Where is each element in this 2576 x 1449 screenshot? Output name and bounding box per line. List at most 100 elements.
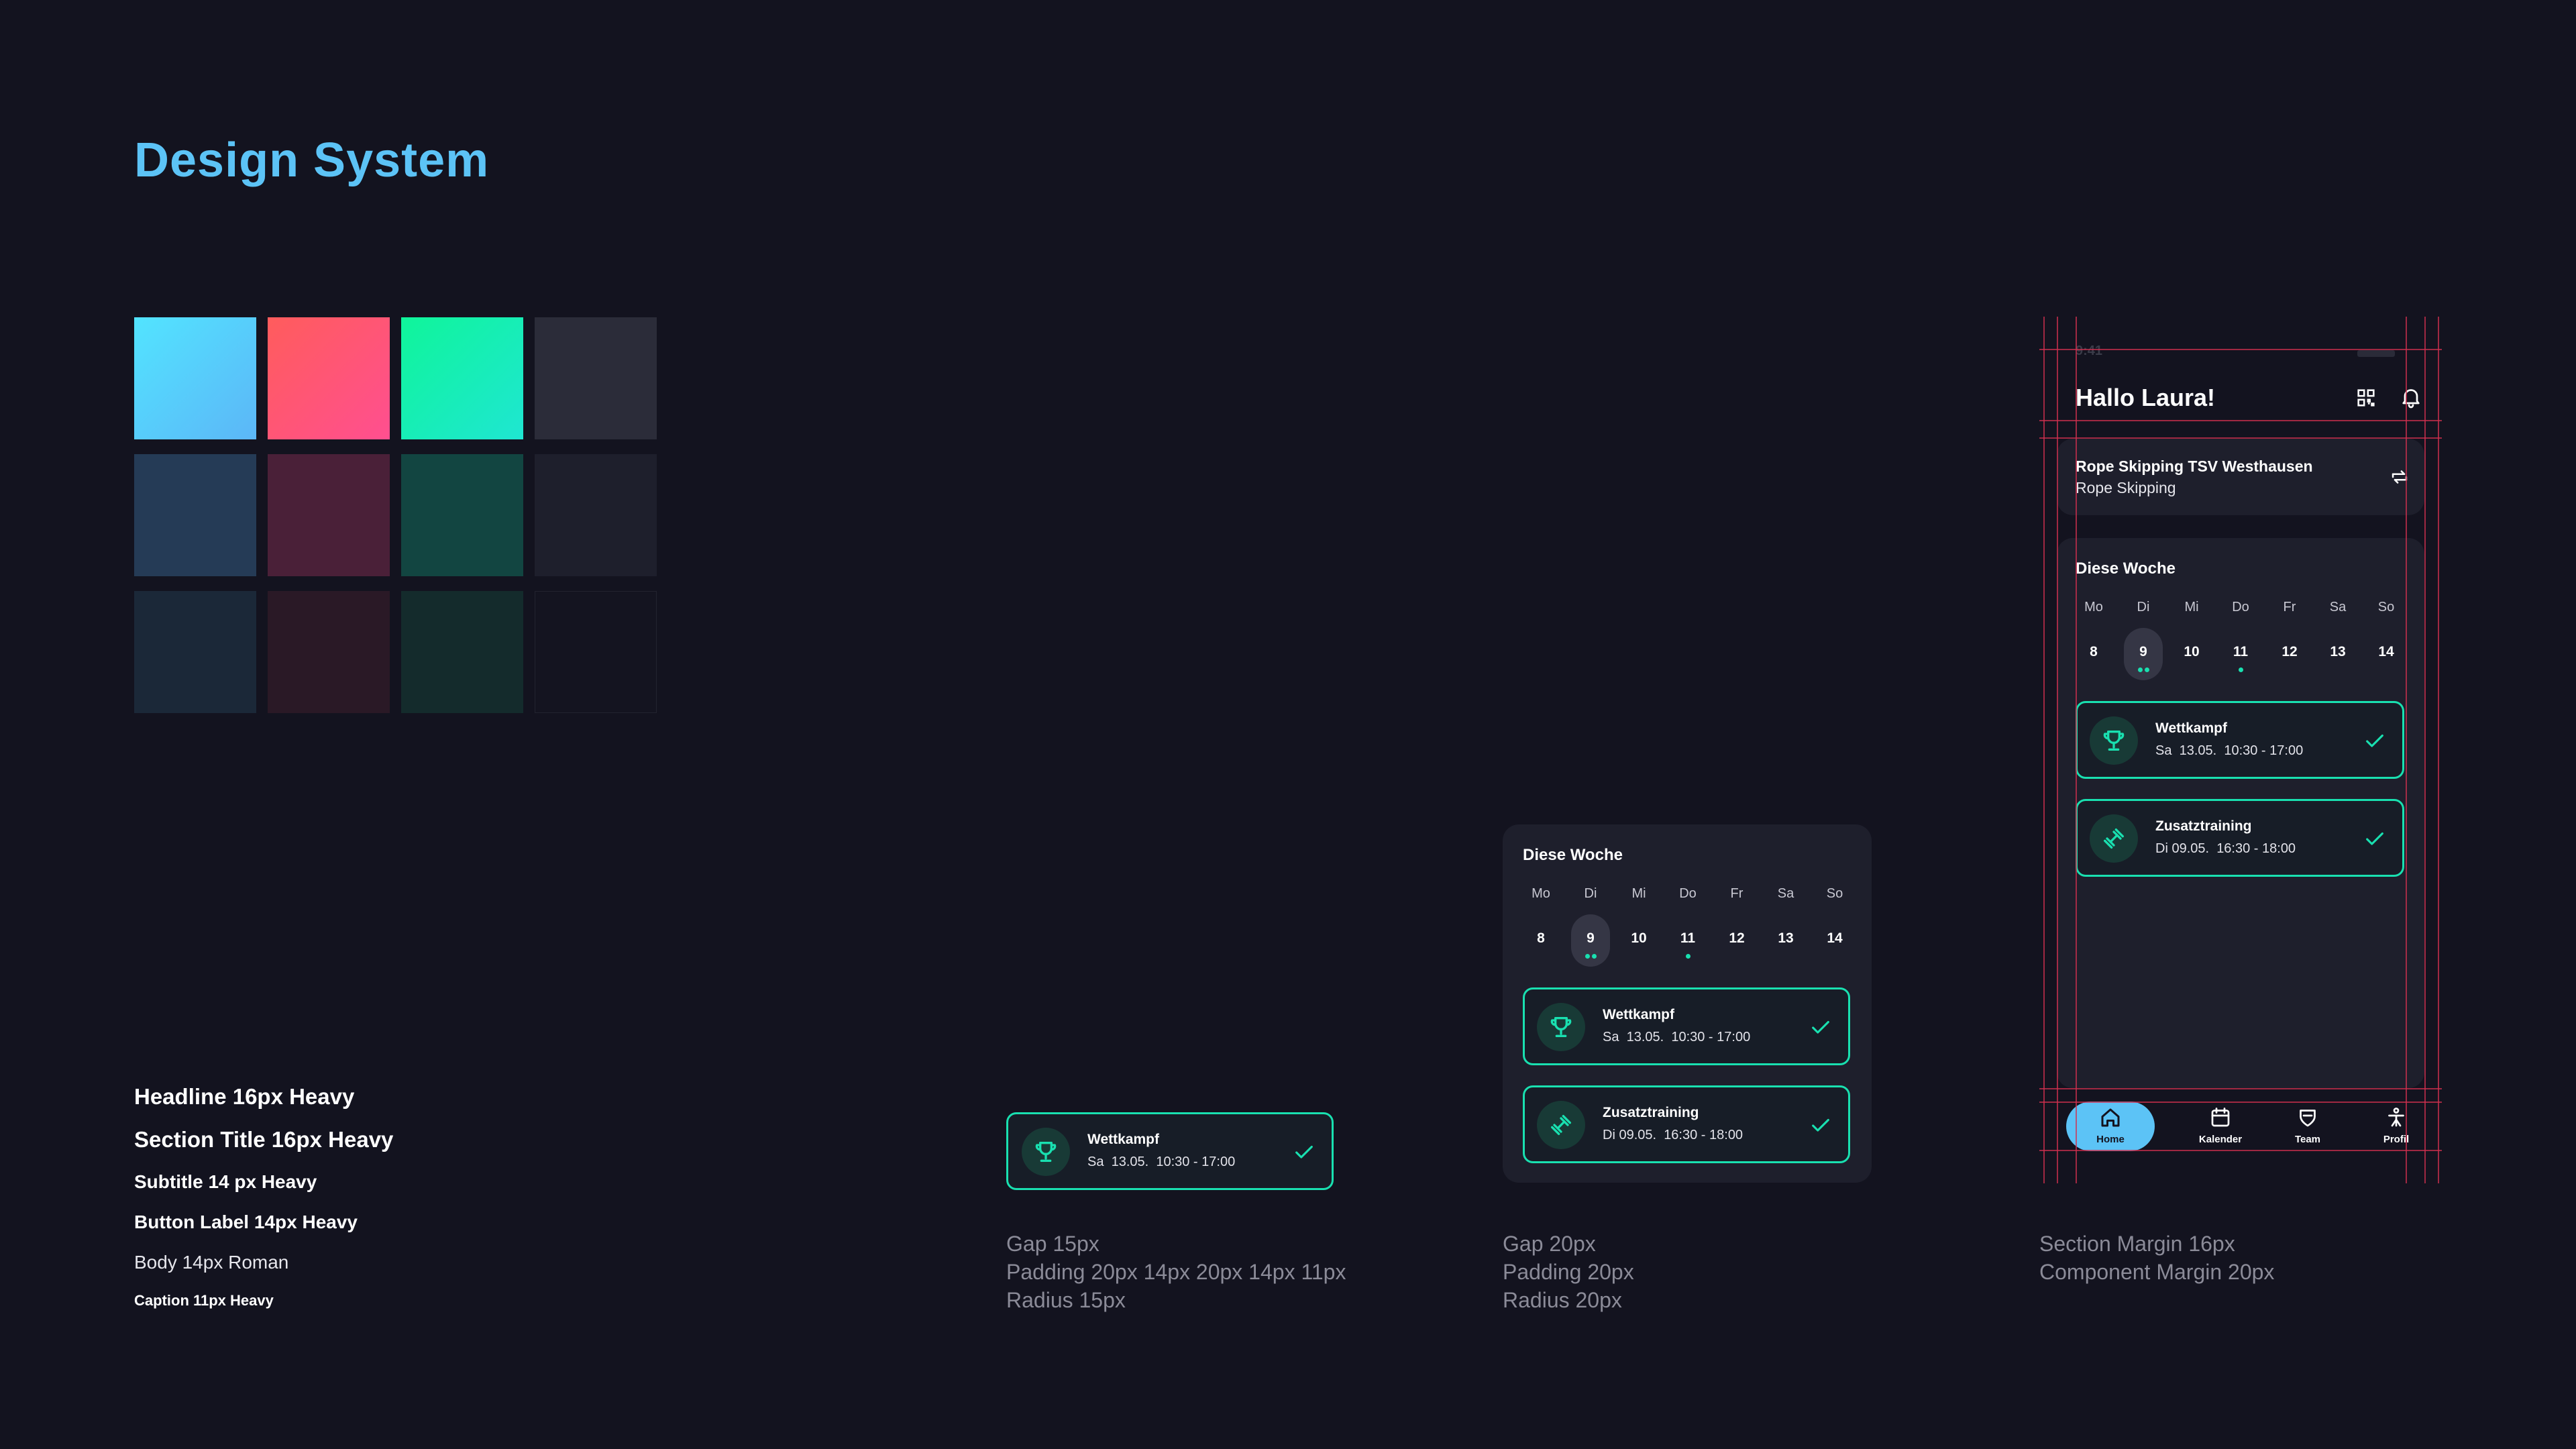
guide-line-horizontal xyxy=(2039,349,2442,350)
nav-label-team: Team xyxy=(2294,1134,2321,1145)
swatch-red-3 xyxy=(268,591,390,713)
day-label-sa: Sa xyxy=(2329,600,2347,614)
event-date: Sa 13.05. 10:30 - 17:00 xyxy=(2155,743,2304,758)
event-card-zusatztraining[interactable]: Zusatztraining Di 09.05. 16:30 - 18:00 xyxy=(1523,1085,1850,1163)
check-icon xyxy=(2366,832,2383,845)
swatch-green-3 xyxy=(401,591,523,713)
day-number-13[interactable]: 13 xyxy=(2324,644,2352,660)
day-number-14[interactable]: 14 xyxy=(1821,930,1849,947)
day-number-8[interactable]: 8 xyxy=(2080,644,2108,660)
check-icon xyxy=(1295,1145,1313,1159)
day-number-10[interactable]: 10 xyxy=(2178,644,2206,660)
club-selector[interactable]: Rope Skipping TSV Westhausen Rope Skippi… xyxy=(2057,439,2424,515)
event-date: Di 09.05. 16:30 - 18:00 xyxy=(1603,1128,1743,1142)
nav-label-home: Home xyxy=(2096,1134,2125,1145)
nav-item-team[interactable]: Team xyxy=(2267,1102,2348,1151)
event-card-wettkampf[interactable]: Wettkampf Sa 13.05. 10:30 - 17:00 xyxy=(2076,701,2404,779)
club-sport: Rope Skipping xyxy=(2076,479,2176,496)
event-card-wettkampf[interactable]: Wettkampf Sa 13.05. 10:30 - 17:00 xyxy=(1523,987,1850,1065)
day-label-do: Do xyxy=(1679,886,1697,901)
guide-line-horizontal xyxy=(2039,420,2442,421)
check-icon xyxy=(2366,734,2383,747)
event-title: Wettkampf xyxy=(2155,720,2227,736)
event-dot xyxy=(1686,954,1690,959)
phone-week-widget: Diese Woche Mo Di Mi Do Fr Sa So 8 9 10 … xyxy=(2057,538,2424,1088)
day-number-12[interactable]: 12 xyxy=(1723,930,1751,947)
dumbbell-icon xyxy=(2104,828,2124,849)
dumbbell-icon xyxy=(1551,1115,1571,1135)
day-number-8[interactable]: 8 xyxy=(1527,930,1555,947)
swatch-gray-1 xyxy=(535,317,657,439)
swatch-blue-3 xyxy=(134,591,256,713)
typo-body: Body 14px Roman xyxy=(134,1252,289,1273)
nav-item-kalender[interactable]: Kalender xyxy=(2180,1102,2261,1151)
trophy-icon xyxy=(1035,1142,1057,1162)
week-spec-notes: Gap 20px Padding 20px Radius 20px xyxy=(1503,1232,1634,1312)
day-number-11[interactable]: 11 xyxy=(1674,930,1702,947)
typo-headline: Headline 16px Heavy xyxy=(134,1084,355,1109)
day-number-10[interactable]: 10 xyxy=(1625,930,1653,947)
qr-code-icon[interactable] xyxy=(2355,386,2377,409)
event-dot xyxy=(2138,667,2143,672)
switch-club-icon[interactable] xyxy=(2388,466,2411,488)
bottom-navigation: Home Kalender Team Profil xyxy=(2039,1097,2442,1158)
trophy-icon xyxy=(1550,1017,1572,1037)
swatch-gray-2 xyxy=(535,454,657,576)
event-title: Zusatztraining xyxy=(1603,1105,1699,1120)
phone-spec-notes: Section Margin 16px Component Margin 20p… xyxy=(2039,1232,2275,1284)
event-dot xyxy=(1585,954,1590,959)
day-number-9[interactable]: 9 xyxy=(1576,930,1605,947)
week-title: Diese Woche xyxy=(1523,846,1623,864)
day-label-fr: Fr xyxy=(1730,886,1743,901)
bell-icon[interactable] xyxy=(2399,385,2423,409)
day-label-do: Do xyxy=(2232,600,2249,614)
day-label-di: Di xyxy=(2137,600,2150,614)
greeting-headline: Hallo Laura! xyxy=(2076,384,2216,411)
day-label-mi: Mi xyxy=(1631,886,1646,901)
day-label-so: So xyxy=(1826,886,1843,901)
typo-caption: Caption 11px Heavy xyxy=(134,1292,274,1309)
guide-line-vertical xyxy=(2057,317,2058,1183)
day-label-fr: Fr xyxy=(2283,600,2296,614)
swatch-blue-2 xyxy=(134,454,256,576)
guide-line-horizontal xyxy=(2039,1088,2442,1089)
nav-item-home[interactable]: Home xyxy=(2066,1102,2155,1151)
day-label-sa: Sa xyxy=(1777,886,1794,901)
swatch-primary-green xyxy=(401,317,523,439)
swatch-green-2 xyxy=(401,454,523,576)
event-icon-circle xyxy=(1022,1128,1070,1176)
event-dot xyxy=(1592,954,1597,959)
event-icon-circle xyxy=(2090,814,2138,863)
day-number-9[interactable]: 9 xyxy=(2129,644,2157,660)
week-widget: Diese Woche Mo Di Mi Do Fr Sa So 8 9 10 … xyxy=(1503,824,1872,1183)
event-date: Sa 13.05. 10:30 - 17:00 xyxy=(1603,1030,1751,1044)
day-number-13[interactable]: 13 xyxy=(1772,930,1800,947)
event-date: Di 09.05. 16:30 - 18:00 xyxy=(2155,841,2296,856)
swatch-primary-blue xyxy=(134,317,256,439)
page-title: Design System xyxy=(134,133,490,187)
guide-line-vertical xyxy=(2424,317,2426,1183)
event-card-zusatztraining[interactable]: Zusatztraining Di 09.05. 16:30 - 18:00 xyxy=(2076,799,2404,877)
event-card[interactable]: Wettkampf Sa 13.05. 10:30 - 17:00 xyxy=(1006,1112,1334,1190)
day-number-14[interactable]: 14 xyxy=(2372,644,2400,660)
event-dot xyxy=(2239,667,2243,672)
event-title: Wettkampf xyxy=(1087,1132,1159,1147)
day-number-11[interactable]: 11 xyxy=(2226,644,2255,660)
guide-line-vertical xyxy=(2076,317,2077,1183)
status-time: 9:41 xyxy=(2076,343,2103,358)
week-title: Diese Woche xyxy=(2076,559,2176,578)
status-indicators-icon xyxy=(2357,350,2395,357)
phone-mockup: 9:41 Hallo Laura! Rope Skipping TSV West… xyxy=(2039,317,2442,1183)
event-title: Zusatztraining xyxy=(2155,818,2252,834)
day-number-12[interactable]: 12 xyxy=(2275,644,2304,660)
guide-line-vertical xyxy=(2043,317,2045,1183)
typo-button-label: Button Label 14px Heavy xyxy=(134,1212,358,1232)
guide-line-horizontal xyxy=(2039,437,2442,439)
day-label-so: So xyxy=(2377,600,2395,614)
trophy-icon xyxy=(2103,731,2125,751)
day-label-mo: Mo xyxy=(1532,886,1550,901)
guide-line-horizontal xyxy=(2039,1150,2442,1151)
event-icon-circle xyxy=(1537,1101,1585,1149)
day-label-mi: Mi xyxy=(2184,600,2199,614)
calendar-icon xyxy=(2211,1108,2230,1127)
